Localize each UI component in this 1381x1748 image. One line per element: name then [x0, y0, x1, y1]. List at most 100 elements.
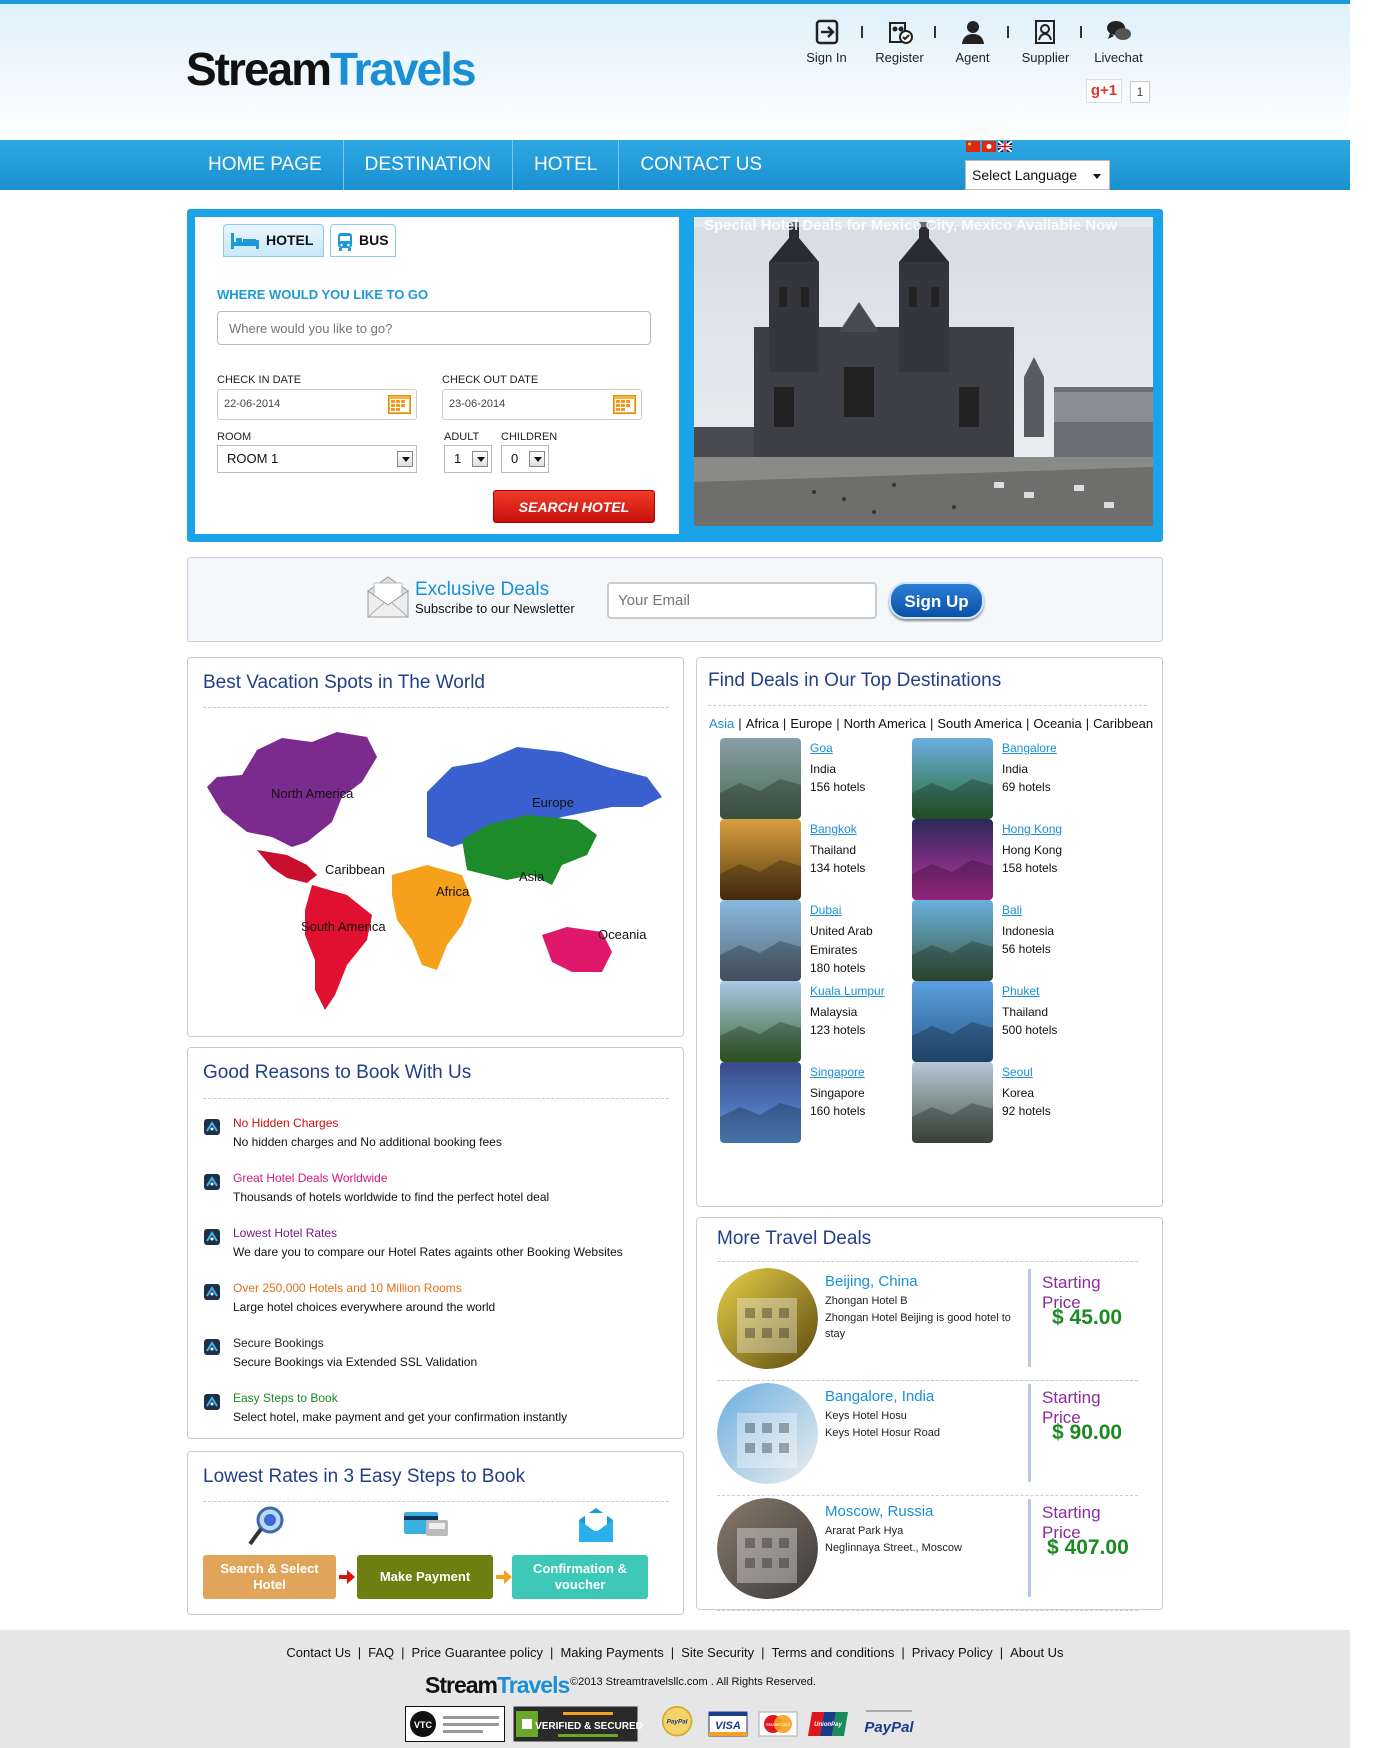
destination-card[interactable]: Kuala Lumpur Malaysia 123 hotels [720, 981, 930, 1063]
deal-item[interactable]: Moscow, Russia Ararat Park Hya Neglinnaya … [717, 1496, 1138, 1611]
site-logo[interactable]: StreamTravels [186, 42, 477, 96]
destination-city-link[interactable]: Hong Kong [1002, 822, 1062, 836]
deal-city-link[interactable]: Moscow, Russia [825, 1503, 933, 1520]
destination-input[interactable] [217, 311, 651, 345]
deal-hotel-image[interactable] [717, 1498, 818, 1599]
region-tab-south-america[interactable]: South America [933, 716, 1026, 731]
destination-city-link[interactable]: Singapore [810, 1065, 865, 1079]
destination-hotel-count: 69 hotels [1002, 780, 1051, 794]
region-tab-africa[interactable]: Africa [742, 716, 783, 731]
destination-thumbnail-image[interactable] [912, 981, 993, 1062]
footer-link-terms-and-conditions[interactable]: Terms and conditions [772, 1645, 895, 1660]
deal-city-link[interactable]: Bangalore, India [825, 1388, 934, 1405]
destination-card[interactable]: Dubai United Arab Emirates 180 hotels [720, 900, 930, 982]
destination-thumbnail-image[interactable] [720, 981, 801, 1062]
sign-in-icon [815, 19, 838, 45]
footer-link-making-payments[interactable]: Making Payments [560, 1645, 663, 1660]
caribbean-region[interactable] [257, 850, 317, 883]
south-america-region[interactable] [305, 885, 372, 1010]
supplier-icon [1034, 20, 1055, 44]
destination-thumbnail-image[interactable] [912, 738, 993, 819]
agent-link[interactable]: Agent [936, 16, 1009, 65]
livechat-label: Livechat [1094, 50, 1143, 65]
nav-home[interactable]: HOME PAGE [187, 140, 344, 190]
destination-city-link[interactable]: Phuket [1002, 984, 1039, 998]
africa-region[interactable] [392, 865, 472, 970]
destination-thumbnail-image[interactable] [912, 819, 993, 900]
register-link[interactable]: Register [863, 16, 936, 65]
verified-badge-text: VERIFIED & SECURED [535, 1721, 643, 1732]
uk-flag-icon[interactable] [998, 141, 1012, 152]
footer-link-price-guarantee-policy[interactable]: Price Guarantee policy [412, 1645, 544, 1660]
nav-hotel[interactable]: HOTEL [513, 140, 620, 190]
where-label: WHERE WOULD YOU LIKE TO GO [217, 287, 429, 302]
tab-bus[interactable]: BUS [330, 224, 396, 257]
region-tab-europe[interactable]: Europe [786, 716, 836, 731]
mastercard-icon: MasterCard [758, 1711, 798, 1737]
supplier-link[interactable]: Supplier [1009, 16, 1082, 65]
destination-card[interactable]: Bangkok Thailand 134 hotels [720, 819, 930, 901]
destination-card[interactable]: Hong Kong Hong Kong 158 hotels [912, 819, 1122, 901]
destination-card[interactable]: Seoul Korea 92 hotels [912, 1062, 1122, 1144]
newsletter-email-input[interactable] [607, 582, 877, 619]
region-tab-oceania[interactable]: Oceania [1029, 716, 1085, 731]
room-select[interactable]: ROOM 1 [217, 445, 417, 473]
deal-hotel-image[interactable] [717, 1268, 818, 1369]
destination-thumbnail-image[interactable] [912, 900, 993, 981]
tab-hotel[interactable]: HOTEL [223, 224, 324, 257]
room-select-value: ROOM 1 [227, 451, 279, 466]
nav-contact-us[interactable]: CONTACT US [619, 140, 783, 190]
calendar-icon[interactable] [388, 395, 411, 414]
hong-kong-flag-icon[interactable] [982, 141, 996, 152]
calendar-icon[interactable] [613, 395, 636, 414]
destination-thumbnail-image[interactable] [720, 819, 801, 900]
destination-city-link[interactable]: Bangalore [1002, 741, 1057, 755]
destination-card[interactable]: Bali Indonesia 56 hotels [912, 900, 1122, 982]
footer-link-site-security[interactable]: Site Security [681, 1645, 754, 1660]
footer-link-privacy-policy[interactable]: Privacy Policy [912, 1645, 993, 1660]
world-map[interactable] [202, 710, 672, 1030]
deal-city-link[interactable]: Beijing, China [825, 1273, 918, 1290]
newsletter-signup-button[interactable]: Sign Up [889, 582, 984, 619]
destination-city-link[interactable]: Dubai [810, 903, 841, 917]
destination-thumbnail-image[interactable] [912, 1062, 993, 1143]
destination-thumbnail-image[interactable] [720, 738, 801, 819]
region-tab-asia[interactable]: Asia [709, 716, 738, 731]
destination-city-link[interactable]: Goa [810, 741, 833, 755]
sign-in-link[interactable]: Sign In [790, 16, 863, 65]
checkin-date-field[interactable]: 22-06-2014 [217, 389, 417, 420]
destination-city-link[interactable]: Bangkok [810, 822, 857, 836]
children-select[interactable]: 0 [501, 445, 549, 473]
destination-thumbnail-image[interactable] [720, 1062, 801, 1143]
paypal-logo-text: PayPal [864, 1719, 914, 1736]
destination-city-link[interactable]: Kuala Lumpur [810, 984, 885, 998]
region-tab-north-america[interactable]: North America [840, 716, 930, 731]
region-tab-caribbean[interactable]: Caribbean [1089, 716, 1157, 731]
destination-country: Thailand [810, 843, 857, 857]
checkout-date-field[interactable]: 23-06-2014 [442, 389, 642, 420]
arrow-right-icon [496, 1570, 512, 1584]
footer-link-about-us[interactable]: About Us [1010, 1645, 1063, 1660]
deal-hotel-name: Keys Hotel Hosu [825, 1410, 907, 1422]
language-select[interactable]: Select Language [965, 160, 1110, 190]
main-nav: HOME PAGE DESTINATION HOTEL CONTACT US [0, 140, 1350, 190]
google-plus-button[interactable]: g+1 [1086, 79, 1122, 103]
destination-city-link[interactable]: Seoul [1002, 1065, 1033, 1079]
footer-link-faq[interactable]: FAQ [368, 1645, 394, 1660]
destination-card[interactable]: Phuket Thailand 500 hotels [912, 981, 1122, 1063]
footer-link-separator: | [550, 1645, 554, 1660]
deal-hotel-image[interactable] [717, 1383, 818, 1484]
deal-item[interactable]: Beijing, China Zhongan Hotel B Zhongan Hot… [717, 1266, 1138, 1381]
destination-thumbnail-image[interactable] [720, 900, 801, 981]
search-hotel-button[interactable]: SEARCH HOTEL [493, 490, 655, 523]
deal-item[interactable]: Bangalore, India Keys Hotel Hosu Keys Hote… [717, 1381, 1138, 1496]
destination-city-link[interactable]: Bali [1002, 903, 1022, 917]
destination-card[interactable]: Goa India 156 hotels [720, 738, 930, 820]
adult-select[interactable]: 1 [444, 445, 492, 473]
footer-link-contact-us[interactable]: Contact Us [286, 1645, 350, 1660]
livechat-link[interactable]: Livechat [1082, 16, 1155, 65]
destination-card[interactable]: Bangalore India 69 hotels [912, 738, 1122, 820]
destination-card[interactable]: Singapore Singapore 160 hotels [720, 1062, 930, 1144]
china-flag-icon[interactable] [966, 141, 980, 152]
nav-destination[interactable]: DESTINATION [344, 140, 513, 190]
